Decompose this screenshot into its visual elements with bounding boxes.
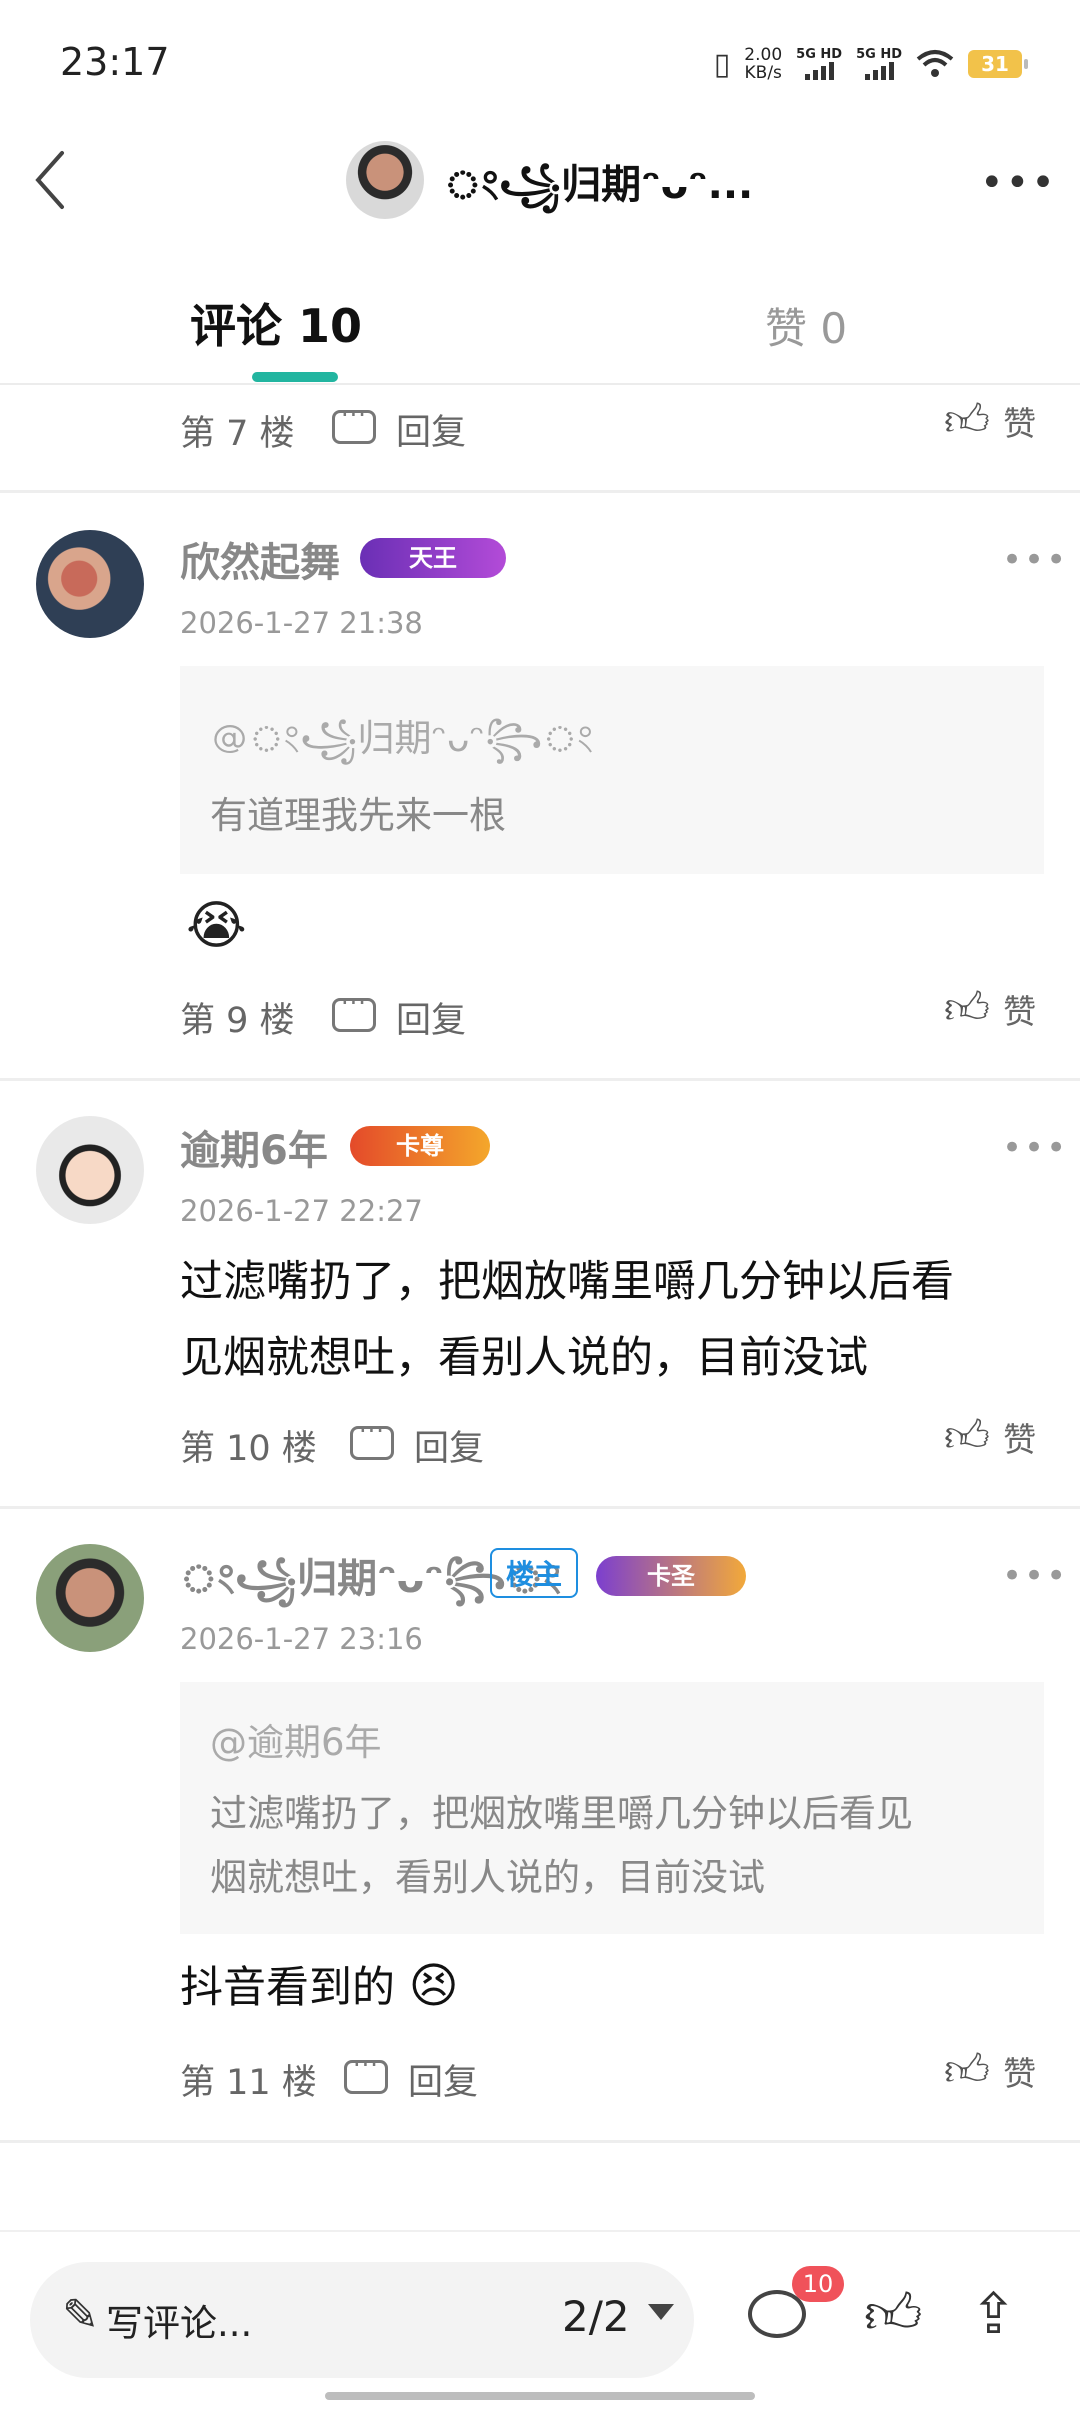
quote-text: 有道理我先来一根 <box>210 794 506 837</box>
comment-text: 过滤嘴扔了，把烟放嘴里嚼几分钟以后看 <box>180 1257 954 1307</box>
wifi-icon <box>916 50 954 77</box>
thumbs-up-icon: 👍︎ <box>944 983 990 1034</box>
like-button[interactable]: 👍︎ 赞 <box>944 982 1036 1035</box>
tab-comments[interactable]: 评论 10 <box>190 290 362 356</box>
grimace-emoji-icon: 😣 <box>408 1958 459 2014</box>
like-label: 赞 <box>1003 404 1037 443</box>
home-indicator[interactable] <box>325 2392 755 2400</box>
write-comment-placeholder[interactable]: 写评论... <box>106 2293 252 2347</box>
battery-icon: 31 <box>968 50 1028 78</box>
avatar[interactable] <box>346 141 424 219</box>
reply-icon <box>332 401 376 444</box>
signal-icon: 5G HD <box>796 48 842 80</box>
comment-date: 2026-1-27 22:27 <box>180 1194 423 1228</box>
back-button[interactable] <box>30 145 80 215</box>
more-options-icon[interactable]: ••• <box>1002 1556 1068 1596</box>
username[interactable]: 欣然起舞 <box>180 530 340 588</box>
comment-date: 2026-1-27 21:38 <box>180 606 423 640</box>
floor-label: 第 11 楼 <box>180 2063 317 2103</box>
reply-icon <box>332 989 376 1032</box>
speed-value: 2.00 <box>744 45 783 65</box>
floor-label: 第 9 楼 <box>180 1001 295 1041</box>
thumbs-up-icon: 👍︎ <box>944 1411 990 1462</box>
floor-label: 第 7 楼 <box>180 414 295 454</box>
share-icon[interactable]: ⇪ <box>970 2282 1017 2347</box>
chevron-left-icon <box>35 151 64 209</box>
author-name[interactable]: ং⁠꧁归期ᵔᴗᵔ... <box>444 152 753 235</box>
more-options-icon[interactable]: ••• <box>1002 1128 1068 1168</box>
level-badge: 卡尊 <box>350 1126 490 1166</box>
page-indicator[interactable]: 2/2 <box>562 2292 630 2341</box>
like-label: 赞 <box>1003 2054 1037 2093</box>
caret-down-icon[interactable] <box>648 2304 674 2320</box>
reply-label: 回复 <box>396 413 467 453</box>
reply-icon <box>350 1417 394 1460</box>
like-button[interactable]: 👍︎ 赞 <box>944 1410 1036 1463</box>
reply-label: 回复 <box>408 2063 479 2103</box>
like-label: 赞 <box>1003 1420 1037 1459</box>
vibrate-icon: ▯ <box>713 46 731 82</box>
more-options-icon[interactable]: ••• <box>980 160 1057 206</box>
username[interactable]: 逾期6年 <box>180 1118 328 1176</box>
quote-text: 烟就想吐，看别人说的，目前没试 <box>210 1856 765 1899</box>
pen-icon: ✎ <box>62 2290 99 2341</box>
thumbs-up-icon: 👍︎ <box>944 2045 990 2096</box>
comment-count-badge: 10 <box>792 2266 844 2302</box>
quote-mention[interactable]: @逾期6年 <box>210 1712 382 1766</box>
quote-block: @ং꧁归期ᵔᴗᵔ꧂ং 有道理我先来一根 <box>180 666 1044 874</box>
quote-block: @逾期6年 过滤嘴扔了，把烟放嘴里嚼几分钟以后看见 烟就想吐，看别人说的，目前没… <box>180 1682 1044 1934</box>
tab-likes[interactable]: 赞 0 <box>765 295 847 356</box>
comment-text: 见烟就想吐，看别人说的，目前没试 <box>180 1333 868 1383</box>
status-icons: ▯ 2.00 KB/s 5G HD 5G HD 31 <box>713 36 1028 92</box>
divider <box>0 1506 1080 1509</box>
signal-label-1: 5G HD <box>796 47 843 62</box>
status-time: 23:17 <box>60 40 170 84</box>
floor-label: 第 10 楼 <box>180 1429 317 1469</box>
network-speed: 2.00 KB/s <box>744 46 782 82</box>
signal-label-2: 5G HD <box>856 47 902 62</box>
comment-text-content: 抖音看到的 <box>180 1963 395 2013</box>
thumbs-up-icon[interactable]: 👍︎ <box>864 2282 923 2349</box>
more-options-icon[interactable]: ••• <box>1002 540 1068 580</box>
avatar[interactable] <box>36 530 144 638</box>
crying-emoji-icon: 😭 <box>186 896 247 956</box>
tab-indicator <box>252 372 338 382</box>
divider <box>0 490 1080 493</box>
divider <box>0 2140 1080 2143</box>
like-label: 赞 <box>1003 992 1037 1031</box>
thumbs-up-icon: 👍︎ <box>944 395 990 446</box>
owner-tag: 楼主 <box>490 1548 578 1598</box>
divider <box>0 383 1080 385</box>
divider <box>0 1078 1080 1081</box>
avatar[interactable] <box>36 1544 144 1652</box>
level-badge: 天王 <box>360 538 506 578</box>
reply-icon <box>344 2051 388 2094</box>
avatar[interactable] <box>36 1116 144 1224</box>
signal-icon: 5G HD <box>856 48 902 80</box>
quote-text: 过滤嘴扔了，把烟放嘴里嚼几分钟以后看见 <box>210 1792 913 1835</box>
like-button[interactable]: 👍︎ 赞 <box>944 2044 1036 2097</box>
speed-unit: KB/s <box>744 63 782 83</box>
comment-text: 抖音看到的 😣 <box>180 1948 459 2026</box>
quote-mention[interactable]: @ং꧁归期ᵔᴗᵔ꧂ং <box>210 708 593 785</box>
level-badge: 卡圣 <box>596 1556 746 1596</box>
like-button[interactable]: 👍︎ 赞 <box>944 394 1036 447</box>
comment-date: 2026-1-27 23:16 <box>180 1622 423 1656</box>
reply-label: 回复 <box>396 1001 467 1041</box>
reply-label: 回复 <box>414 1429 485 1469</box>
